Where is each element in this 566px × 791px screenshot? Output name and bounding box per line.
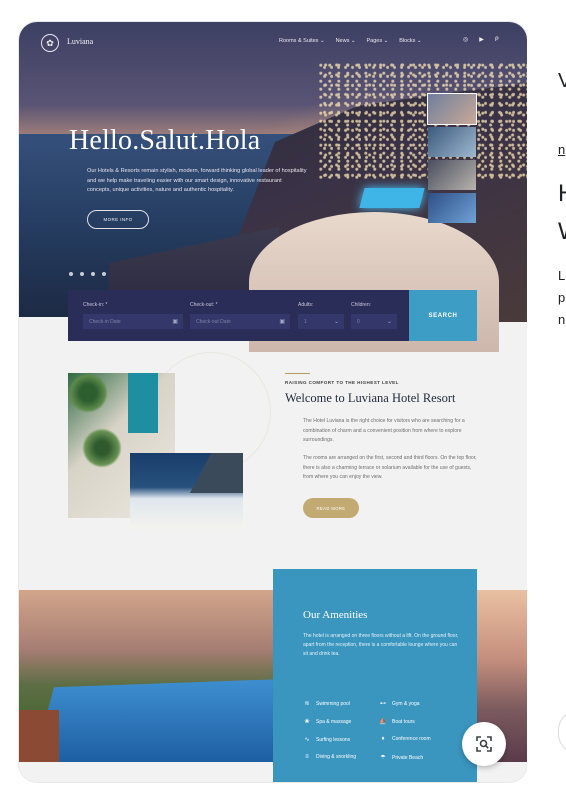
screenshot: ✿ Luviana Rooms & Suites ⌄ News ⌄ Pages … bbox=[0, 0, 566, 791]
dumbbell-icon: ⊷ bbox=[380, 701, 386, 707]
palm-tree bbox=[68, 373, 108, 413]
slider-thumbnails bbox=[427, 93, 477, 223]
diving-icon: ≡ bbox=[305, 754, 309, 760]
adults-value: 1 bbox=[304, 318, 307, 325]
amenity-label: Diving & snorkling bbox=[316, 754, 357, 760]
amenity-label: Gym & yoga bbox=[392, 700, 420, 707]
checkout-placeholder: Check-out Date bbox=[196, 318, 231, 325]
side-panel: V n H W L p n bbox=[527, 22, 566, 782]
umbrella-icon: ☂ bbox=[380, 755, 386, 761]
amenity-label: Private Beach bbox=[392, 754, 424, 761]
welcome-paragraph-1: The Hotel Luviana is the right choice fo… bbox=[303, 418, 465, 443]
logo-text[interactable]: Luviana bbox=[67, 37, 93, 46]
checkin-placeholder: Check-in Date bbox=[89, 318, 121, 325]
amenity-label: Swimming pool bbox=[316, 700, 350, 707]
calendar-icon[interactable]: ▣ bbox=[172, 318, 178, 325]
panel-text-line-3: n bbox=[558, 312, 566, 327]
town-lights bbox=[319, 62, 527, 182]
resort-image-2 bbox=[130, 453, 243, 529]
slider-dots bbox=[69, 272, 106, 276]
checkout-label: Check-out: * bbox=[190, 302, 218, 308]
website-preview-card[interactable]: ✿ Luviana Rooms & Suites ⌄ News ⌄ Pages … bbox=[19, 22, 527, 782]
adults-label: Adults: bbox=[298, 302, 314, 308]
thumbnail-2[interactable] bbox=[428, 127, 476, 157]
adults-select[interactable]: 1 ⌄ bbox=[298, 314, 344, 329]
checkout-input[interactable]: Check-out Date ▣ bbox=[190, 314, 290, 329]
booking-form: Check-in: * Check-in Date ▣ Check-out: *… bbox=[68, 290, 409, 341]
main-nav: Rooms & Suites ⌄ News ⌄ Pages ⌄ Blocks ⌄ bbox=[279, 38, 422, 44]
panel-text-line-2: p bbox=[558, 290, 566, 305]
amenity-item: ⊷ Gym & yoga bbox=[379, 700, 420, 708]
amenity-item: ≡ Diving & snorkling bbox=[303, 754, 356, 760]
thumbnail-3[interactable] bbox=[428, 160, 476, 190]
spa-icon: ❀ bbox=[304, 719, 310, 725]
visual-search-lens-icon[interactable] bbox=[462, 722, 506, 766]
divider-line bbox=[285, 373, 310, 374]
hillside bbox=[190, 453, 243, 493]
slider-dot[interactable] bbox=[69, 272, 73, 276]
instagram-icon[interactable]: ◎ bbox=[463, 36, 468, 43]
amenity-item: ∿ Surfing lessons bbox=[303, 736, 351, 744]
panel-heading-line-1: H bbox=[558, 180, 566, 208]
welcome-eyebrow: RAISING COMFORT TO THE HIGHEST LEVEL bbox=[285, 380, 399, 385]
pinterest-icon[interactable]: ᑭ bbox=[495, 36, 499, 43]
search-button[interactable]: SEARCH bbox=[409, 290, 477, 341]
amenity-label: Surfing lessons bbox=[316, 736, 351, 743]
children-label: Children: bbox=[351, 302, 372, 308]
amenity-item: ⛵ Boat tours bbox=[379, 718, 415, 726]
nav-item-blocks[interactable]: Blocks ⌄ bbox=[399, 38, 421, 44]
youtube-icon[interactable]: ▶ bbox=[479, 36, 484, 43]
pool-icon: ≋ bbox=[304, 701, 310, 707]
amenity-item: ≋ Swimming pool bbox=[303, 700, 350, 708]
amenity-item: ❀ Spa & massage bbox=[303, 718, 352, 726]
chevron-down-icon: ⌄ bbox=[386, 319, 392, 325]
more-info-button[interactable]: MORE INFO bbox=[87, 210, 149, 229]
welcome-title: Welcome to Luviana Hotel Resort bbox=[285, 391, 456, 405]
amenities-description: The hotel is arranged on three floors wi… bbox=[303, 633, 459, 657]
amenities-title: Our Amenities bbox=[303, 609, 368, 621]
nav-item-rooms[interactable]: Rooms & Suites ⌄ bbox=[279, 38, 325, 44]
amenity-item: ♦ Conference room bbox=[379, 736, 431, 742]
slider-dot[interactable] bbox=[91, 272, 95, 276]
panel-heading-line-2: W bbox=[558, 218, 566, 246]
welcome-paragraph-2: The rooms are arranged on the first, sec… bbox=[303, 455, 477, 480]
slider-dot[interactable] bbox=[80, 272, 84, 276]
nav-item-news[interactable]: News ⌄ bbox=[336, 38, 356, 44]
infinity-pool bbox=[34, 679, 284, 762]
panel-link[interactable]: n bbox=[558, 142, 565, 157]
checkin-label: Check-in: * bbox=[83, 302, 108, 308]
children-value: 0 bbox=[357, 318, 360, 325]
palm-tree bbox=[82, 428, 122, 468]
amenity-item: ☂ Private Beach bbox=[379, 754, 424, 762]
lens-icon bbox=[476, 736, 492, 752]
surf-icon: ∿ bbox=[304, 737, 310, 743]
wood-deck bbox=[19, 710, 59, 762]
calendar-icon[interactable]: ▣ bbox=[279, 318, 285, 325]
pool-glow bbox=[359, 188, 425, 208]
logo-icon[interactable]: ✿ bbox=[41, 34, 59, 52]
chevron-down-icon: ⌄ bbox=[333, 319, 339, 325]
hero-title: Hello.Salut.Hola bbox=[69, 125, 261, 156]
panel-glyph: V bbox=[558, 70, 566, 92]
slider-dot[interactable] bbox=[102, 272, 106, 276]
boat-icon: ⛵ bbox=[379, 719, 387, 725]
mic-icon: ♦ bbox=[381, 736, 385, 742]
amenities-box: Our Amenities The hotel is arranged on t… bbox=[273, 569, 477, 782]
social-links: ◎ ▶ ᑭ bbox=[463, 36, 499, 43]
children-select[interactable]: 0 ⌄ bbox=[351, 314, 397, 329]
pool-strip bbox=[128, 373, 158, 433]
amenity-label: Conference room bbox=[392, 736, 431, 742]
hero-description: Our Hotels & Resorts remain stylish, mod… bbox=[87, 168, 307, 193]
thumbnail-4[interactable] bbox=[428, 193, 476, 223]
checkin-input[interactable]: Check-in Date ▣ bbox=[83, 314, 183, 329]
nav-item-pages[interactable]: Pages ⌄ bbox=[366, 38, 388, 44]
panel-text-line-1: L bbox=[558, 268, 566, 283]
hero-section: ✿ Luviana Rooms & Suites ⌄ News ⌄ Pages … bbox=[19, 22, 527, 352]
amenity-label: Spa & massage bbox=[316, 718, 352, 725]
thumbnail-1[interactable] bbox=[427, 93, 477, 125]
read-more-button[interactable]: READ MORE bbox=[303, 498, 359, 518]
amenity-label: Boat tours bbox=[392, 718, 415, 725]
